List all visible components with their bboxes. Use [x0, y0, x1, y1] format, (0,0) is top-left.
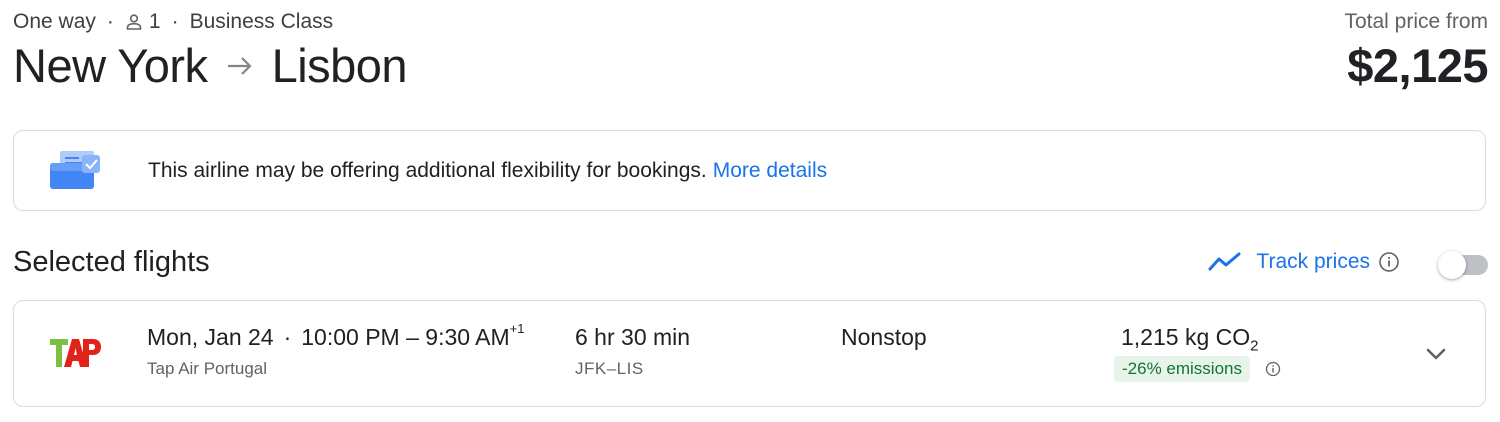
track-prices[interactable]: Track prices — [1208, 250, 1400, 274]
document-check-icon — [50, 150, 102, 191]
departure-arrival-times: 10:00 PM – 9:30 AM — [301, 324, 510, 350]
tap-airline-logo — [48, 337, 102, 369]
section-title: Selected flights — [13, 246, 210, 278]
emissions-subscript: 2 — [1250, 337, 1259, 355]
route-title: New York Lisbon — [13, 38, 408, 93]
co2-emissions: 1,215 kg CO2 — [1121, 324, 1258, 355]
destination-city: Lisbon — [271, 39, 408, 92]
flight-times: Mon, Jan 24 · 10:00 PM – 9:30 AM+1 — [147, 321, 525, 351]
chevron-down-icon[interactable] — [1423, 341, 1449, 372]
total-price: $2,125 — [1347, 39, 1488, 92]
arrow-right-icon — [226, 55, 254, 77]
notice-text-wrap: This airline may be offering additional … — [148, 159, 827, 183]
separator-dot: · — [283, 324, 292, 350]
flight-duration: 6 hr 30 min — [575, 324, 691, 350]
emissions-badge: -26% emissions — [1114, 356, 1250, 382]
airline-name: Tap Air Portugal — [147, 359, 268, 378]
person-icon — [125, 13, 143, 31]
separator-dot: · — [106, 10, 114, 33]
notice-text: This airline may be offering additional … — [148, 158, 707, 182]
track-prices-label[interactable]: Track prices — [1256, 250, 1370, 274]
passenger-count[interactable]: 1 — [149, 10, 161, 34]
flight-card[interactable]: Mon, Jan 24 · 10:00 PM – 9:30 AM+1 Tap Air… — [13, 300, 1486, 407]
cabin-class[interactable]: Business Class — [190, 10, 334, 34]
airport-codes: JFK–LIS — [575, 359, 644, 378]
info-icon[interactable] — [1265, 361, 1281, 382]
trip-type[interactable]: One way — [13, 10, 96, 34]
separator-dot: · — [171, 10, 179, 33]
trending-icon — [1208, 251, 1242, 273]
trip-summary: One way · 1 · Business Class — [13, 10, 333, 34]
flexibility-notice: This airline may be offering additional … — [13, 130, 1486, 211]
day-offset: +1 — [509, 321, 525, 337]
info-icon[interactable] — [1378, 251, 1400, 273]
track-prices-toggle[interactable] — [1438, 251, 1488, 279]
price-label: Total price from — [1344, 10, 1488, 33]
flight-date: Mon, Jan 24 — [147, 324, 274, 350]
toggle-knob[interactable] — [1438, 251, 1466, 279]
more-details-link[interactable]: More details — [713, 159, 827, 182]
stops: Nonstop — [841, 324, 927, 350]
origin-city: New York — [13, 39, 208, 92]
emissions-value: 1,215 kg CO — [1121, 324, 1251, 350]
